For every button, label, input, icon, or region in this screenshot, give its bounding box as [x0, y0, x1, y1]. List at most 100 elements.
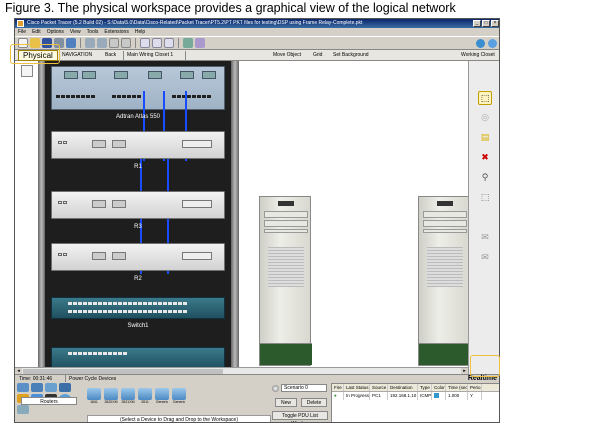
pc-tower[interactable] [418, 196, 468, 366]
move-icon[interactable]: ◎ [478, 111, 492, 125]
column-header[interactable]: Destination [388, 384, 418, 391]
toggle-pdu-list-button[interactable]: Toggle PDU List Window [272, 411, 328, 422]
add-complex-pdu-icon[interactable]: ✉ [478, 251, 492, 265]
window-title: Cisco Packet Tracer (5.2 Build 02) - S:\… [27, 20, 363, 26]
close-button[interactable]: × [491, 20, 499, 27]
inspect-icon[interactable]: ⚲ [478, 171, 492, 185]
menu-extensions[interactable]: Extensions [104, 28, 128, 36]
pdu-color-swatch [434, 393, 439, 399]
wireless-category-icon[interactable] [59, 383, 71, 392]
help-icon[interactable] [488, 39, 497, 48]
menu-options[interactable]: Options [47, 28, 64, 36]
port-row [68, 302, 187, 305]
copy-icon[interactable] [85, 38, 95, 48]
window-controls: _ □ × [473, 20, 499, 27]
port-row [112, 95, 141, 98]
table-row[interactable]: ● In Progress PC1 192.168.1.10 ICMP 1.00… [332, 392, 499, 400]
module-slot [180, 71, 194, 79]
realtime-highlight [470, 355, 500, 377]
pdu-table-header: Fire Last Status Source Destination Type… [332, 384, 499, 392]
activity-wizard-icon[interactable] [66, 38, 76, 48]
router-model-icon[interactable]: 2620XM [104, 388, 118, 404]
adtran-atlas-device[interactable] [51, 66, 225, 110]
scenario-controls: Scenario 0 New Delete Toggle PDU List Wi… [271, 383, 329, 422]
maximize-button[interactable]: □ [482, 20, 490, 27]
delete-icon[interactable]: ✖ [478, 151, 492, 165]
menu-help[interactable]: Help [135, 28, 145, 36]
router-model-icon[interactable]: Generic [155, 388, 169, 404]
router-r1[interactable] [51, 131, 225, 159]
router-model-icon[interactable]: 1841 [87, 388, 101, 404]
switch-partial[interactable] [51, 347, 225, 367]
zoom-out-icon[interactable] [164, 38, 174, 48]
note-icon[interactable]: ▤ [478, 131, 492, 145]
pdu-list-table: Fire Last Status Source Destination Type… [331, 383, 499, 422]
column-header[interactable]: Last Status [344, 384, 370, 391]
main-toolbar [15, 36, 499, 50]
pc-logo [437, 201, 453, 206]
pc-nic-slot[interactable] [260, 343, 312, 365]
minimize-button[interactable]: _ [473, 20, 481, 27]
module-slot [182, 140, 212, 148]
new-scenario-button[interactable]: New [275, 398, 297, 407]
hubs-category-icon[interactable] [45, 383, 57, 392]
router-r2[interactable] [51, 243, 225, 271]
router-r3[interactable] [51, 191, 225, 219]
menu-view[interactable]: View [70, 28, 81, 36]
info-icon[interactable] [476, 39, 485, 48]
category-label: Routers [21, 397, 77, 405]
drive-bay [423, 229, 467, 233]
switches-category-icon[interactable] [31, 383, 43, 392]
router-model-icon[interactable]: 2621XM [121, 388, 135, 404]
undo-icon[interactable] [109, 38, 119, 48]
menu-edit[interactable]: Edit [32, 28, 41, 36]
pc-tower[interactable] [259, 196, 312, 366]
status-bar: Time: 00:31:46 Power Cycle Devices Realt… [15, 374, 499, 382]
app-icon [17, 20, 24, 27]
physical-workspace[interactable]: Adtran Atlas 550 R1 R3 R2 Switch1 [15, 61, 468, 367]
router-model-icon[interactable]: 2811 [138, 388, 152, 404]
column-header[interactable]: Fire [332, 384, 344, 391]
zoom-reset-icon[interactable] [152, 38, 162, 48]
module-slot [148, 71, 162, 79]
menu-bar: File Edit Options View Tools Extensions … [15, 28, 499, 36]
navigation-panel-icon[interactable] [21, 65, 33, 77]
column-header[interactable]: Type [418, 384, 432, 391]
select-icon[interactable]: ⬚ [478, 91, 492, 105]
rack-label-adtran: Adtran Atlas 550 [115, 114, 161, 120]
figure-caption: Figure 3. The physical workspace provide… [5, 1, 456, 15]
multiuser-category-icon[interactable] [17, 405, 29, 414]
column-header[interactable]: Perio [468, 384, 482, 391]
resize-icon[interactable]: ⬚ [478, 191, 492, 205]
switch-switch1[interactable] [51, 297, 225, 319]
paste-icon[interactable] [97, 38, 107, 48]
scenario-select[interactable]: Scenario 0 [281, 384, 327, 392]
router-model-label: 2620XM [104, 400, 118, 404]
module-slot [182, 200, 212, 208]
routers-category-icon[interactable] [17, 383, 29, 392]
drawing-palette-icon[interactable] [183, 38, 193, 48]
back-link[interactable]: Back [105, 50, 116, 61]
grid-button[interactable]: Grid [313, 50, 322, 61]
type-cell: ICMP [420, 392, 432, 400]
set-background-button[interactable]: Set Background [333, 50, 369, 61]
router-model-icon[interactable]: Generic [172, 388, 186, 404]
column-header[interactable]: Color [432, 384, 446, 391]
column-header[interactable]: Source [370, 384, 388, 391]
custom-devices-icon[interactable] [195, 38, 205, 48]
horizontal-scrollbar[interactable]: ◂ ▸ [15, 367, 468, 375]
redo-icon[interactable] [121, 38, 131, 48]
delete-scenario-button[interactable]: Delete [301, 398, 327, 407]
zoom-in-icon[interactable] [140, 38, 150, 48]
menu-tools[interactable]: Tools [87, 28, 99, 36]
module-slot [114, 71, 128, 79]
toolbar-divider [178, 38, 179, 48]
menu-file[interactable]: File [18, 28, 26, 36]
move-object-button[interactable]: Move Object [273, 50, 301, 61]
pc-nic-slot[interactable] [419, 343, 468, 365]
navigation-label[interactable]: NAVIGATION [62, 50, 92, 61]
port-row [58, 201, 67, 204]
fire-indicator[interactable]: ● [332, 392, 344, 400]
column-header[interactable]: Time (sec) [446, 384, 468, 391]
add-simple-pdu-icon[interactable]: ✉ [478, 231, 492, 245]
